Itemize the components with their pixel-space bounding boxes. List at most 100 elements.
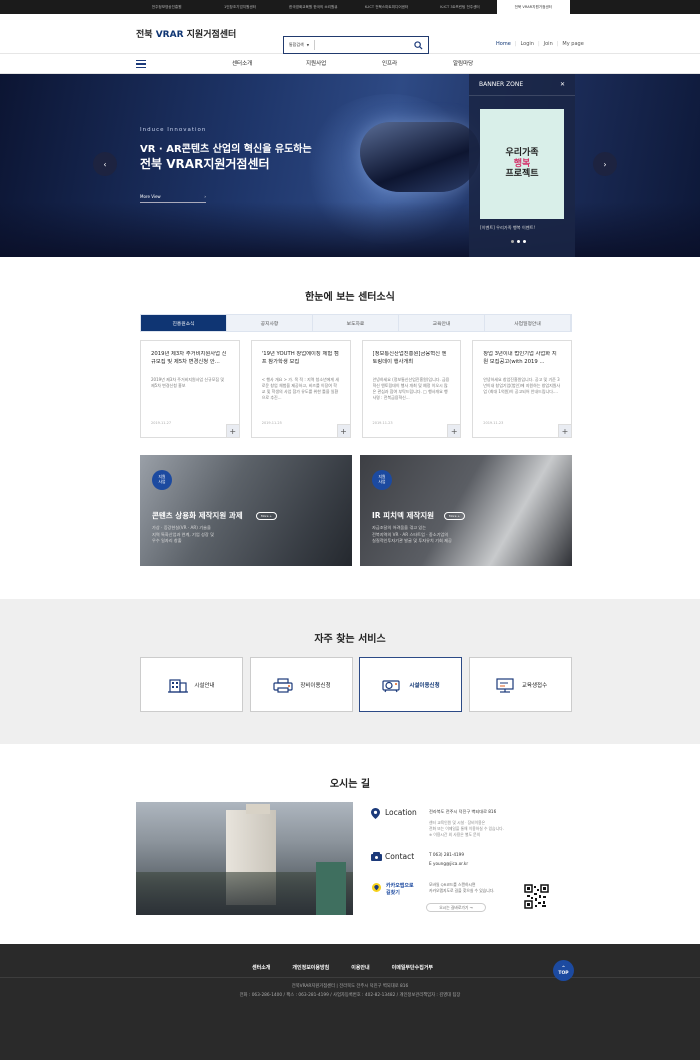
tab-schedule[interactable]: 사업일정안내: [485, 315, 571, 331]
search-icon[interactable]: [414, 40, 423, 50]
back-to-top-button[interactable]: ^ TOP: [553, 960, 574, 981]
printer-icon: [273, 677, 293, 693]
footer-link-privacy[interactable]: 개인정보이용방침: [292, 964, 329, 971]
footer-link-email-policy[interactable]: 이메일무단수집거부: [392, 964, 433, 971]
pagination-dot[interactable]: [523, 240, 526, 243]
news-card[interactable]: 창업 3년이내 법인기업 사업화 지원 모집공고(with 2019 ... 안…: [472, 340, 572, 438]
service-facility-request[interactable]: 시설이용신청: [359, 657, 462, 712]
service-label: 시설이용신청: [409, 682, 440, 689]
footer-address: 전북VRAR지원거점센터 | 전라북도 전주시 덕진구 벽되대로 816: [291, 984, 409, 989]
hero-subtitle: Induce Innovation: [140, 127, 207, 133]
location-title: 오시는 길: [329, 779, 371, 790]
program-more-button[interactable]: More +: [256, 512, 277, 520]
news-card-date: 2019.11.23: [372, 421, 393, 425]
program-desc: 자금조달의 어려움을 겪고 있는 전북지역의 VR · AR 스타트업 · 중소기…: [372, 525, 452, 543]
service-label: 시설안내: [194, 682, 215, 689]
home-link[interactable]: Home: [496, 41, 511, 47]
family-site-link-current[interactable]: 전북 VRAR지원거점센터: [496, 0, 570, 14]
support-program-card[interactable]: 지원 사업 IR 피치덱 제작지원 More + 자금조달의 어려움을 겪고 있는…: [360, 455, 572, 566]
header: 전북 VRAR 지원거점센터 통합검색 ▼ Home | Login | Join | …: [0, 14, 700, 54]
footer-link-center[interactable]: 센터소개: [252, 964, 270, 971]
tab-notice[interactable]: 공지사항: [227, 315, 313, 331]
service-education-apply[interactable]: 교육생접수: [469, 657, 572, 712]
nav-item-support[interactable]: 지원사업: [306, 59, 326, 67]
service-label: 장비이용신청: [300, 682, 331, 689]
support-badge: 지원 사업: [372, 470, 392, 490]
news-card[interactable]: 2019년 제3차 주거비지원사업 신규모집 및 제5차 변경신청 안... 2…: [140, 340, 240, 438]
program-title: 콘텐츠 상용화 제작지원 과제: [152, 511, 243, 520]
footer-link-guide[interactable]: 이용안내: [351, 964, 369, 971]
family-site-link[interactable]: 전주정보영상진흥원: [130, 0, 203, 14]
news-card-desc: 2019년 제3차 주거비지원사업 신규모집 및 제5차 변경신청 홍보: [151, 377, 225, 388]
pagination-dot[interactable]: [511, 240, 514, 243]
slider-next-button[interactable]: ›: [593, 152, 617, 176]
news-card-title: [정보통신산업진흥원]금융혁신 엔토링데이 행사개최: [372, 351, 447, 365]
tab-press[interactable]: 보도자료: [313, 315, 399, 331]
news-card-date: 2019.11.25: [261, 421, 282, 425]
news-card-desc: 안녕하세요 (정보통신산업진흥원)입니다. 금융혁신 엔토링데이 행사 개최 및…: [372, 377, 450, 400]
news-card-date: 2019.11.27: [151, 421, 172, 425]
mypage-link[interactable]: My page: [562, 41, 583, 47]
service-label: 교육생접수: [521, 682, 548, 689]
pagination-dot[interactable]: [517, 240, 520, 243]
news-card-list: 2019년 제3차 주거비지원사업 신규모집 및 제5차 변경신청 안... 2…: [140, 340, 572, 438]
banner-zone: BANNER ZONE ✕ 우리가족 행복 프로젝트 [이벤트] 우리가족 행복 이벤…: [469, 74, 575, 257]
join-link[interactable]: Join: [544, 41, 553, 47]
plus-icon[interactable]: +: [225, 424, 239, 437]
nav-item-infra[interactable]: 인프라: [382, 59, 397, 67]
vr-headset-image: [360, 122, 480, 192]
news-card[interactable]: '19년 YOUTH 창업에이징 체험 캠프 참가학생 모집 < 행사 개요 >…: [250, 340, 351, 438]
family-site-link[interactable]: 한국영화교육원 한국의 소리원큐: [277, 0, 350, 14]
banner-caption[interactable]: [이벤트] 우리가족 행복 이벤트!: [480, 225, 535, 231]
nav-item-notice[interactable]: 알림마당: [453, 59, 473, 67]
hero-slider: Induce Innovation VR · AR콘텐츠 산업의 혁신을 유도하…: [0, 74, 700, 257]
service-facility-info[interactable]: 시설안내: [140, 657, 243, 712]
service-equipment-request[interactable]: 장비이용신청: [250, 657, 353, 712]
news-card-desc: 안녕하세요 창업진흥원입니다. 공고 및 기준 3년이내 창업기업(법인)에 지…: [483, 377, 561, 394]
news-tabs: 진흥원소식 공지사항 보도자료 교육안내 사업일정안내: [140, 314, 572, 332]
presentation-icon: [496, 677, 514, 693]
tab-agency-news[interactable]: 진흥원소식: [141, 315, 227, 331]
close-icon[interactable]: ✕: [560, 81, 565, 88]
phone-icon: [371, 852, 382, 861]
tab-education[interactable]: 교육안내: [399, 315, 485, 331]
program-title: IR 피치덱 제작지원: [372, 511, 435, 520]
slider-prev-button[interactable]: ‹: [93, 152, 117, 176]
news-card[interactable]: [정보통신산업진흥원]금융혁신 엔토링데이 행사개최 안녕하세요 (정보통신산업…: [361, 340, 462, 438]
main-nav: 센터소개 지원사업 인프라 알림마당: [0, 54, 700, 74]
login-link[interactable]: Login: [520, 41, 534, 47]
chevron-down-icon: ▼: [306, 43, 310, 47]
qr-code-icon: [524, 884, 549, 909]
news-card-date: 2019.11.23: [483, 421, 504, 425]
projector-icon: [382, 679, 400, 692]
news-card-title: 창업 3년이내 법인기업 사업화 지원 모집공고(with 2019 ...: [483, 351, 557, 365]
family-site-link[interactable]: 1인창조기업지원센터: [203, 0, 276, 14]
search-scope-select[interactable]: 통합검색 ▼: [284, 40, 316, 50]
footer-links: 센터소개 개인정보이용방침 이용안내 이메일무단수집거부: [252, 964, 433, 971]
footer: 센터소개 개인정보이용방침 이용안내 이메일무단수집거부 전북VRAR지원거점센…: [0, 944, 700, 1060]
services-title: 자주 찾는 서비스: [314, 634, 386, 645]
menu-icon[interactable]: [136, 60, 146, 68]
utility-links: Home | Login | Join | My page: [496, 41, 584, 47]
support-program-card[interactable]: 지원 사업 콘텐츠 상용화 제작지원 과제 More + 가상 · 증강현실(VR…: [140, 455, 352, 566]
search-box: 통합검색 ▼: [283, 36, 429, 54]
plus-icon[interactable]: +: [336, 424, 350, 437]
news-section-title: 한눈에 보는 센터소식: [305, 292, 395, 303]
directions-button[interactable]: 오시는 길바로가기 →: [426, 903, 486, 912]
program-more-button[interactable]: More +: [444, 512, 465, 520]
family-site-link[interactable]: K-ICT 3D프린팅 전주센터: [423, 0, 496, 14]
banner-image[interactable]: 우리가족 행복 프로젝트: [480, 109, 564, 219]
kakao-map-link[interactable]: 카카오맵으로 길찾기: [386, 883, 424, 896]
location-pin-icon: [371, 808, 380, 819]
family-site-link[interactable]: K-ICT 전북스마트미디어센터: [350, 0, 423, 14]
location-photo: [136, 802, 353, 915]
plus-icon[interactable]: +: [447, 424, 461, 437]
news-card-title: 2019년 제3차 주거비지원사업 신규모집 및 제5차 변경신청 안...: [151, 351, 227, 365]
plus-icon[interactable]: +: [558, 424, 571, 437]
hero-title-line1: VR · AR콘텐츠 산업의 혁신을 유도하는: [140, 144, 312, 155]
family-site-bar: 전주정보영상진흥원 1인창조기업지원센터 한국영화교육원 한국의 소리원큐 K-…: [0, 0, 700, 14]
contact-email: E young@jica.or.kr: [429, 861, 469, 866]
nav-item-center[interactable]: 센터소개: [232, 59, 252, 67]
site-logo[interactable]: 전북 VRAR 지원거점센터: [136, 27, 236, 40]
hero-more-link[interactable]: More View ›: [140, 194, 206, 203]
